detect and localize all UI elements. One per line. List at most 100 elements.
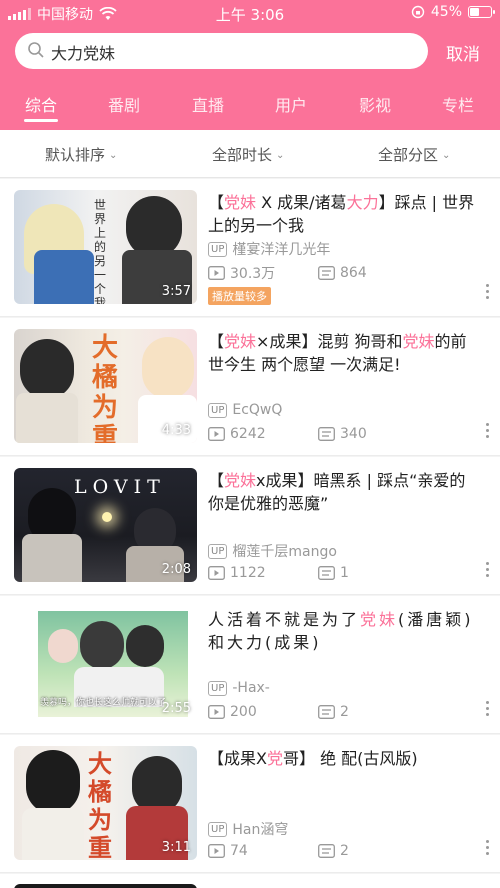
danmaku-icon — [318, 566, 335, 580]
popular-tag: 播放量较多 — [208, 287, 271, 305]
video-duration: 3:57 — [161, 284, 191, 299]
more-options-icon[interactable] — [486, 423, 490, 441]
uploader-name: EcQwQ — [232, 402, 283, 418]
danmaku-icon — [318, 705, 335, 719]
sort-filter[interactable]: 默认排序 ⌄ — [45, 144, 117, 165]
danmaku-count-value: 864 — [340, 265, 367, 281]
danmaku-count: 340 — [318, 426, 367, 442]
title-highlight: 党妹 — [224, 193, 257, 212]
category-tabs: 综合 番剧 直播 用户 影视 专栏 — [0, 86, 500, 126]
play-icon — [208, 844, 225, 858]
more-options-icon[interactable] — [486, 284, 490, 302]
status-bar: 中国移动 上午 3:06 45% — [0, 0, 500, 26]
tab-movies[interactable]: 影视 — [345, 92, 405, 116]
next-item-partial — [0, 874, 500, 888]
thumbnail-caption: 世界上的另一个我 — [94, 198, 107, 304]
uploader[interactable]: UP EcQwQ — [208, 402, 282, 418]
video-item[interactable]: 大橘为重 3:11 【成果X党哥】 绝 配(古风版) UP Han涵穹 74 2 — [0, 735, 500, 873]
search-icon — [28, 42, 44, 58]
battery-icon — [468, 6, 495, 18]
title-highlight: 党妹 — [402, 332, 435, 351]
video-thumbnail[interactable]: 大橘为重 3:11 — [14, 746, 197, 860]
tab-indicator — [24, 119, 58, 122]
uploader[interactable]: UP -Hax- — [208, 680, 270, 696]
thumbnail-caption: 大橘为重 — [92, 333, 119, 443]
video-title[interactable]: 人活着不就是为了党妹(潘唐颖)和大力(成果) — [208, 608, 478, 654]
video-title[interactable]: 【党妹x成果】暗黑系 | 踩点“亲爱的你是优雅的恶魔” — [208, 469, 478, 515]
more-options-icon[interactable] — [486, 562, 490, 580]
more-options-icon[interactable] — [486, 701, 490, 719]
video-stats: 200 2 — [208, 704, 349, 720]
up-badge-icon: UP — [208, 680, 228, 696]
duration-filter-label: 全部时长 — [212, 146, 273, 164]
video-item[interactable]: 大橘为重 4:33 【党妹×成果】混剪 狗哥和党妹的前世今生 两个愿望 一次满足… — [0, 318, 500, 456]
tab-comprehensive[interactable]: 综合 — [11, 92, 71, 116]
video-item[interactable]: LOVIT 2:08 【党妹x成果】暗黑系 | 踩点“亲爱的你是优雅的恶魔” U… — [0, 457, 500, 595]
thumbnail-caption: LOVIT — [74, 476, 166, 498]
video-stats: 30.3万 864 — [208, 263, 367, 283]
uploader-name: -Hax- — [232, 680, 270, 696]
uploader-name: Han涵穹 — [232, 822, 289, 838]
play-icon — [208, 705, 225, 719]
search-box[interactable]: 大力党妹 — [15, 33, 428, 69]
search-input[interactable]: 大力党妹 — [51, 40, 115, 64]
uploader-name: 榴莲千层mango — [232, 544, 337, 560]
video-duration: 3:11 — [161, 840, 191, 855]
video-title[interactable]: 【成果X党哥】 绝 配(古风版) — [208, 747, 478, 770]
up-badge-icon: UP — [208, 821, 228, 837]
view-count: 200 — [208, 704, 257, 720]
title-text: 人活着不就是为了 — [208, 610, 361, 629]
tab-users[interactable]: 用户 — [261, 92, 321, 116]
uploader-name: 槿宴洋洋几光年 — [232, 242, 331, 258]
video-thumbnail[interactable]: 大橘为重 4:33 — [14, 329, 197, 443]
danmaku-icon — [318, 266, 335, 280]
tab-bangumi[interactable]: 番剧 — [94, 92, 154, 116]
cancel-button[interactable]: 取消 — [446, 40, 480, 65]
uploader[interactable]: UP Han涵穹 — [208, 819, 288, 839]
title-text: 【 — [208, 471, 225, 490]
uploader[interactable]: UP 榴莲千层mango — [208, 541, 337, 561]
chevron-down-icon: ⌄ — [109, 150, 118, 161]
category-filter-label: 全部分区 — [378, 146, 439, 164]
play-icon — [208, 427, 225, 441]
view-count: 30.3万 — [208, 263, 275, 283]
view-count-value: 1122 — [230, 565, 266, 581]
rotation-lock-icon — [411, 5, 425, 19]
danmaku-count: 2 — [318, 704, 349, 720]
view-count: 74 — [208, 843, 248, 859]
uploader[interactable]: UP 槿宴洋洋几光年 — [208, 239, 330, 259]
duration-filter[interactable]: 全部时长 ⌄ — [212, 144, 284, 165]
danmaku-count: 1 — [318, 565, 349, 581]
title-highlight: 党 — [266, 749, 283, 768]
title-highlight: 党妹 — [224, 332, 257, 351]
view-count: 6242 — [208, 426, 266, 442]
video-stats: 74 2 — [208, 843, 349, 859]
video-item[interactable]: 羡慕吗，你也长这么帅就可以了 2:55 人活着不就是为了党妹(潘唐颖)和大力(成… — [0, 596, 500, 734]
video-thumbnail[interactable]: 羡慕吗，你也长这么帅就可以了 2:55 — [14, 607, 197, 721]
tab-articles[interactable]: 专栏 — [428, 92, 488, 116]
filter-bar: 默认排序 ⌄ 全部时长 ⌄ 全部分区 ⌄ — [0, 130, 500, 178]
thumbnail-caption: 羡慕吗，你也长这么帅就可以了 — [40, 698, 167, 708]
battery-percent: 45% — [430, 4, 462, 20]
video-title[interactable]: 【党妹×成果】混剪 狗哥和党妹的前世今生 两个愿望 一次满足! — [208, 330, 478, 376]
video-item[interactable]: 世界上的另一个我 3:57 【党妹 X 成果/诸葛大力】踩点 | 世界上的另一个… — [0, 179, 500, 317]
title-text: 【成果X — [208, 749, 267, 768]
title-highlight: 党妹 — [224, 471, 257, 490]
video-title[interactable]: 【党妹 X 成果/诸葛大力】踩点 | 世界上的另一个我 — [208, 191, 478, 237]
video-duration: 2:55 — [161, 701, 191, 716]
more-options-icon[interactable] — [486, 840, 490, 858]
tab-live[interactable]: 直播 — [178, 92, 238, 116]
danmaku-count-value: 2 — [340, 843, 349, 859]
sort-filter-label: 默认排序 — [45, 146, 106, 164]
category-filter[interactable]: 全部分区 ⌄ — [378, 144, 450, 165]
video-thumbnail[interactable]: 世界上的另一个我 3:57 — [14, 190, 197, 304]
danmaku-count-value: 340 — [340, 426, 367, 442]
danmaku-count-value: 1 — [340, 565, 349, 581]
view-count: 1122 — [208, 565, 266, 581]
title-text: 【 — [208, 193, 225, 212]
danmaku-icon — [318, 844, 335, 858]
danmaku-icon — [318, 427, 335, 441]
title-text: 哥】 绝 配(古风版) — [282, 749, 418, 768]
video-thumbnail[interactable]: LOVIT 2:08 — [14, 468, 197, 582]
danmaku-count: 2 — [318, 843, 349, 859]
